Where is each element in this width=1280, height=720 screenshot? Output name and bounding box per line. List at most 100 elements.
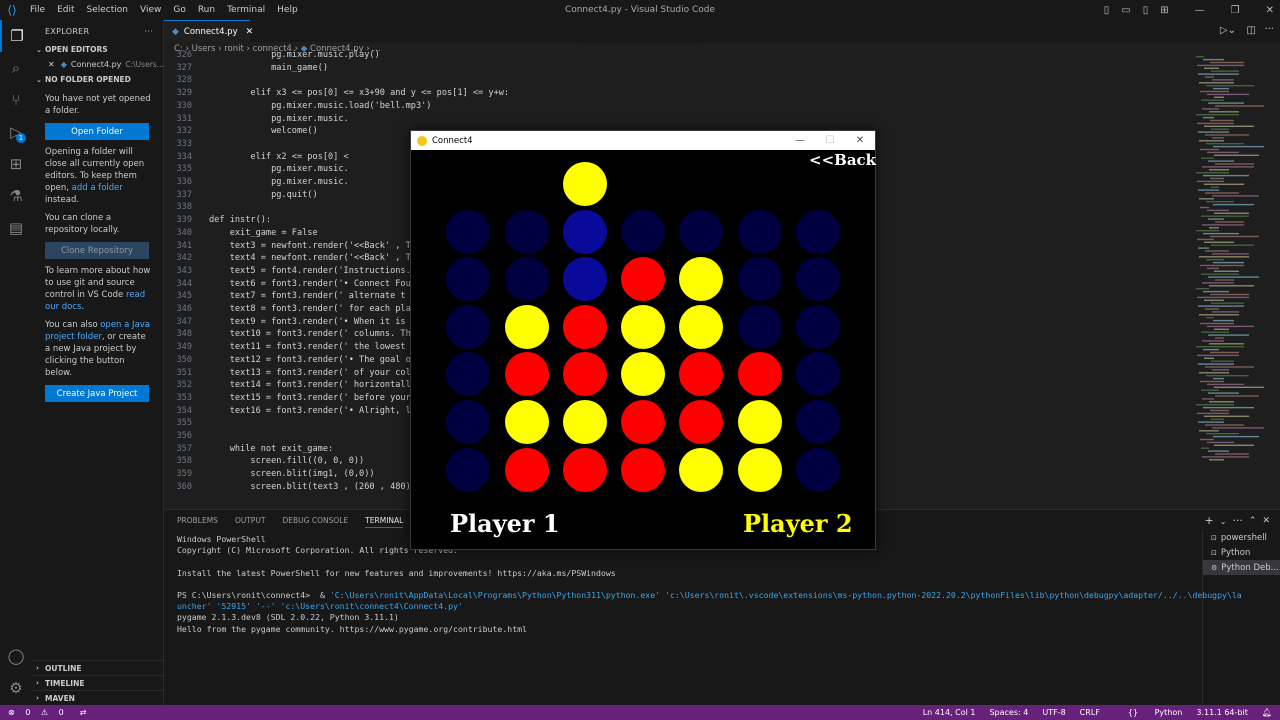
toggle-secondary-sidebar-icon[interactable]: ▯	[1137, 5, 1155, 16]
clone-repository-button[interactable]: Clone Repository	[45, 242, 149, 259]
open-folder-button[interactable]: Open Folder	[45, 123, 149, 140]
menu-file[interactable]: File	[24, 5, 51, 15]
board-cell[interactable]	[505, 448, 549, 492]
board-cell[interactable]	[796, 352, 840, 396]
menu-view[interactable]: View	[134, 5, 167, 15]
menu-terminal[interactable]: Terminal	[221, 5, 271, 15]
search-icon[interactable]: ⌕	[0, 52, 32, 84]
board-cell[interactable]	[563, 305, 607, 349]
problems-status[interactable]: ⊗ 0 ⚠ 0	[8, 708, 72, 717]
board-cell[interactable]	[679, 305, 723, 349]
board-cell[interactable]	[621, 352, 665, 396]
manage-gear-icon[interactable]: ⚙	[0, 672, 32, 704]
line-endings[interactable]: CRLF	[1080, 708, 1100, 717]
board-cell[interactable]	[679, 448, 723, 492]
close-icon[interactable]: ✕	[1260, 5, 1280, 16]
run-python-icon[interactable]: ▷⌄	[1220, 25, 1236, 36]
debug-status-icon[interactable]: ⇄	[80, 708, 87, 717]
board-cell[interactable]	[505, 400, 549, 444]
split-editor-icon[interactable]: ◫	[1247, 25, 1256, 36]
toggle-sidebar-icon[interactable]: ▯	[1098, 5, 1116, 16]
board-cell[interactable]	[446, 400, 490, 444]
tab-debug-console[interactable]: DEBUG CONSOLE	[283, 516, 349, 528]
cursor-position[interactable]: Ln 414, Col 1	[923, 708, 976, 717]
board-cell[interactable]	[796, 448, 840, 492]
extensions-icon[interactable]: ⊞	[0, 148, 32, 180]
close-panel-icon[interactable]: ✕	[1262, 516, 1270, 527]
explorer-icon[interactable]: ❐	[0, 20, 32, 52]
board-cell[interactable]	[621, 257, 665, 301]
board-cell[interactable]	[505, 352, 549, 396]
indentation[interactable]: Spaces: 4	[989, 708, 1028, 717]
menu-selection[interactable]: Selection	[81, 5, 134, 15]
more-actions-icon[interactable]: ···	[144, 27, 153, 36]
board-cell[interactable]	[621, 305, 665, 349]
menu-run[interactable]: Run	[192, 5, 221, 15]
add-folder-link[interactable]: add a folder	[72, 183, 123, 193]
more-actions-icon[interactable]: ···	[1232, 514, 1243, 527]
board-cell[interactable]	[563, 210, 607, 254]
timeline-section[interactable]: › TIMELINE	[32, 675, 164, 690]
minimize-icon[interactable]: —	[785, 135, 815, 146]
board-cell[interactable]	[505, 210, 549, 254]
board-cell[interactable]	[679, 352, 723, 396]
board-cell[interactable]	[563, 352, 607, 396]
close-icon[interactable]: ✕	[845, 135, 875, 146]
game-board[interactable]	[411, 150, 875, 549]
board-cell[interactable]	[796, 210, 840, 254]
create-java-project-button[interactable]: Create Java Project	[45, 385, 149, 402]
close-tab-icon[interactable]: ✕	[246, 27, 254, 37]
board-cell[interactable]	[738, 257, 782, 301]
minimap[interactable]	[1192, 56, 1278, 466]
customize-layout-icon[interactable]: ⊞	[1154, 5, 1174, 16]
encoding[interactable]: UTF-8	[1042, 708, 1065, 717]
terminal-item[interactable]: ⚙ Python Deb...	[1203, 560, 1280, 575]
maximize-panel-icon[interactable]: ⌃	[1249, 516, 1257, 527]
board-cell[interactable]	[738, 210, 782, 254]
tab-problems[interactable]: PROBLEMS	[177, 516, 218, 528]
python-interpreter[interactable]: 3.11.1 64-bit	[1196, 708, 1248, 717]
terminal-item[interactable]: ⊡ Python	[1203, 545, 1280, 560]
maximize-icon[interactable]: ☐	[815, 135, 845, 146]
board-cell[interactable]	[446, 210, 490, 254]
board-cell[interactable]	[446, 257, 490, 301]
board-cell[interactable]	[796, 257, 840, 301]
board-cell[interactable]	[446, 305, 490, 349]
notifications-bell-icon[interactable]: 🔔︎	[1262, 708, 1272, 717]
open-editors-section[interactable]: ⌄ OPEN EDITORS	[32, 42, 163, 57]
menu-help[interactable]: Help	[271, 5, 304, 15]
board-cell[interactable]	[621, 448, 665, 492]
board-cell[interactable]	[738, 448, 782, 492]
menu-edit[interactable]: Edit	[51, 5, 80, 15]
language-mode[interactable]: {} Python	[1114, 708, 1182, 717]
terminal-item[interactable]: ⊡ powershell	[1203, 530, 1280, 545]
minimize-icon[interactable]: —	[1189, 5, 1211, 16]
no-folder-section[interactable]: ⌄ NO FOLDER OPENED	[32, 72, 163, 87]
board-cell[interactable]	[621, 210, 665, 254]
testing-icon[interactable]: ⚗	[0, 180, 32, 212]
board-cell[interactable]	[563, 257, 607, 301]
board-cell[interactable]	[505, 257, 549, 301]
board-cell[interactable]	[621, 400, 665, 444]
tab-terminal[interactable]: TERMINAL	[365, 516, 404, 528]
board-cell[interactable]	[446, 352, 490, 396]
source-control-icon[interactable]: ⑂	[0, 84, 32, 116]
back-button[interactable]: <<Back	[809, 151, 876, 169]
board-cell[interactable]	[679, 257, 723, 301]
tab-output[interactable]: OUTPUT	[235, 516, 266, 528]
maven-section[interactable]: › MAVEN	[32, 690, 164, 705]
toggle-panel-icon[interactable]: ▭	[1115, 5, 1136, 16]
board-cell[interactable]	[738, 305, 782, 349]
remote-explorer-icon[interactable]: ▤	[0, 212, 32, 244]
maximize-icon[interactable]: ❐	[1225, 5, 1246, 16]
board-cell[interactable]	[446, 448, 490, 492]
outline-section[interactable]: › OUTLINE	[32, 660, 164, 675]
menu-go[interactable]: Go	[167, 5, 191, 15]
board-cell[interactable]	[796, 400, 840, 444]
board-cell[interactable]	[796, 305, 840, 349]
tab-connect4-py[interactable]: ◆ Connect4.py ✕	[164, 20, 253, 42]
board-cell[interactable]	[563, 400, 607, 444]
run-debug-icon[interactable]: ▷ 1	[0, 116, 32, 148]
board-cell[interactable]	[505, 305, 549, 349]
board-cell[interactable]	[679, 210, 723, 254]
